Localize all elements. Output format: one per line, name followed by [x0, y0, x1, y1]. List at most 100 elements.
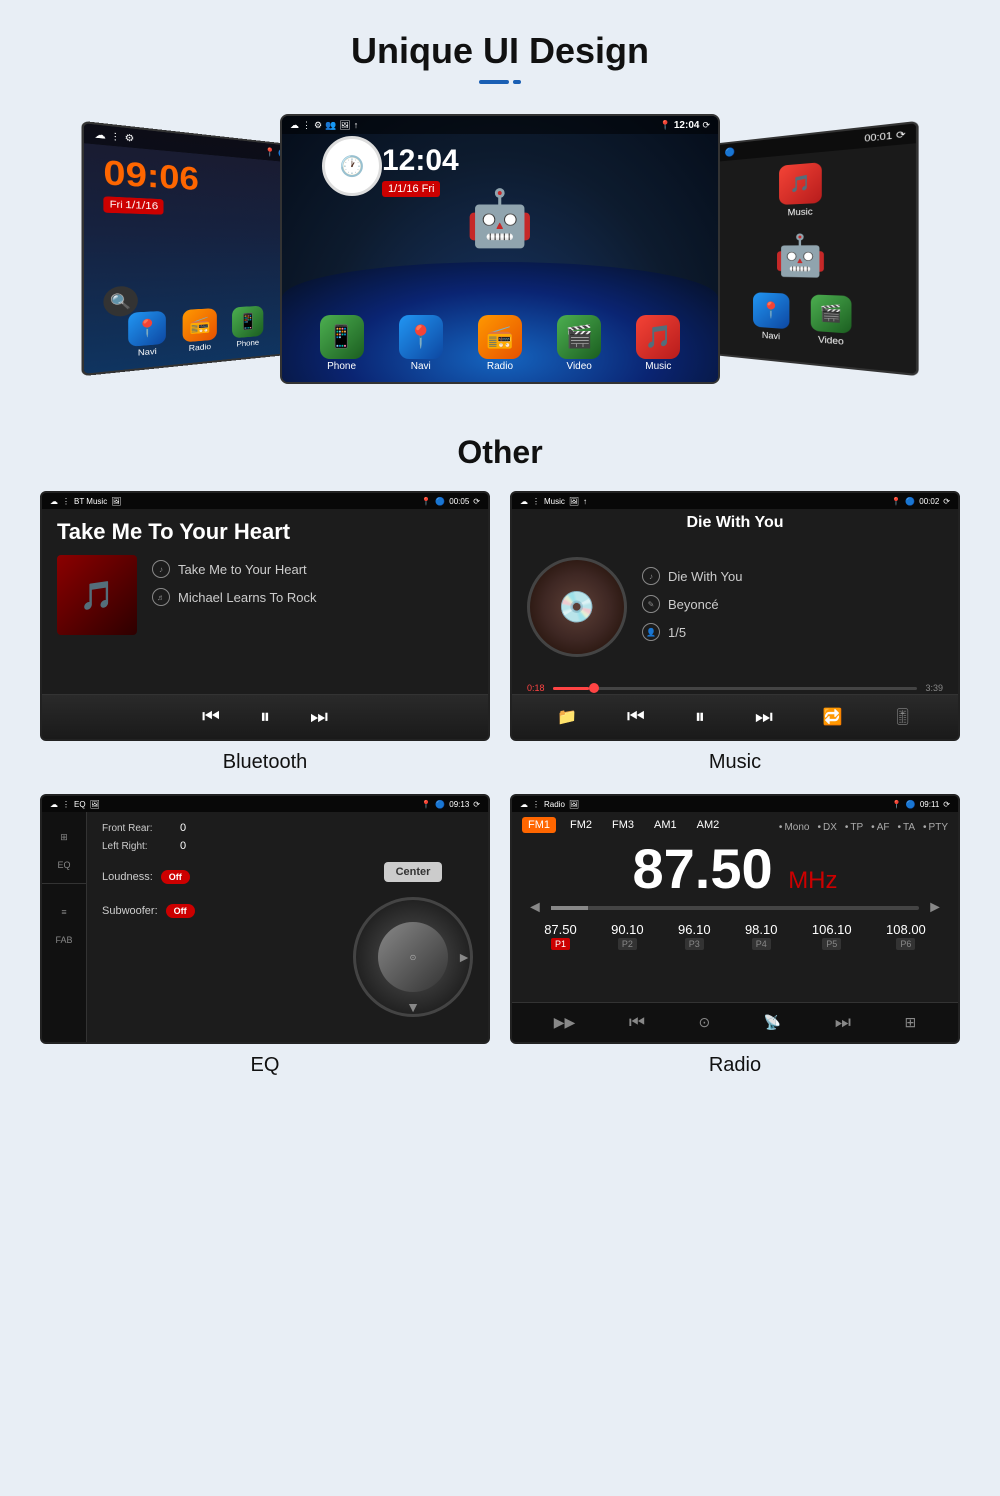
- bt-album-art: 🎵: [57, 555, 137, 635]
- music-folder-btn[interactable]: 📁: [557, 707, 577, 727]
- radio-icon[interactable]: 📻: [183, 308, 217, 342]
- bt-controls: ⏮ ⏸ ⏭: [42, 694, 488, 739]
- left-date: Fri1/1/16: [103, 196, 164, 214]
- preset-6[interactable]: 108.00 P6: [886, 922, 926, 950]
- eq-icon: ⊞: [47, 822, 82, 852]
- preset-1[interactable]: 87.50 P1: [544, 922, 577, 950]
- radio-seek-left[interactable]: ◄: [527, 899, 543, 917]
- eq-dial-area: Loudness: Off Subwoofer: Off Center: [102, 862, 473, 1017]
- music-eq-btn[interactable]: 🎚: [893, 707, 913, 727]
- eq-arrow-down[interactable]: ▼: [406, 999, 420, 1015]
- radio-menu-btn[interactable]: ⊞: [904, 1014, 916, 1031]
- radio-bands: FM1 FM2 FM3 AM1 AM2: [522, 817, 725, 833]
- opt-pty: PTY: [923, 822, 948, 833]
- bt-play-btn[interactable]: ⏸: [260, 706, 270, 729]
- radio-home-btn[interactable]: ⊙: [699, 1014, 711, 1031]
- preset-2[interactable]: 90.10 P2: [611, 922, 644, 950]
- radio-seek-right[interactable]: ►: [927, 899, 943, 917]
- eq-arrow-right[interactable]: ►: [457, 949, 471, 965]
- eq-left-controls: Loudness: Off Subwoofer: Off: [102, 862, 338, 918]
- center-navi-icon[interactable]: 📍: [399, 315, 443, 359]
- music-artist-detail: ✎ Beyoncé: [642, 595, 943, 613]
- bt-next-btn[interactable]: ⏭: [310, 706, 328, 729]
- bt-prev-btn[interactable]: ⏮: [202, 706, 220, 729]
- radio-prev-btn[interactable]: ⏮: [629, 1012, 645, 1033]
- band-fm3[interactable]: FM3: [606, 817, 640, 833]
- center-music-icon[interactable]: 🎵: [636, 315, 680, 359]
- preset-3-label: P3: [685, 938, 704, 950]
- title-underline: [0, 80, 1000, 84]
- band-fm1[interactable]: FM1: [522, 817, 556, 833]
- opt-mono: Mono: [779, 822, 810, 833]
- eq-dial-inner: ⊙: [378, 922, 448, 992]
- preset-2-label: P2: [618, 938, 637, 950]
- preset-3[interactable]: 96.10 P3: [678, 922, 711, 950]
- opt-tp: TP: [845, 822, 863, 833]
- music-track-icon: 👤: [642, 623, 660, 641]
- section2-title: Other: [0, 434, 1000, 471]
- bt-song-name: Take Me to Your Heart: [178, 562, 307, 577]
- right-android-robot: 🤖: [774, 231, 827, 279]
- center-status-bar: ☁⋮⚙👥🖼↑ 📍12:04⟳: [282, 116, 718, 134]
- bt-player-screen: ☁⋮ BT Music 🖼 📍🔵 00:05 ⟳ Take Me To Your…: [40, 491, 490, 741]
- right-video-icon[interactable]: 🎬: [811, 294, 852, 333]
- subwoofer-toggle[interactable]: Off: [166, 904, 195, 918]
- front-rear-val: 0: [180, 822, 186, 834]
- radio-unit: MHz: [788, 867, 837, 894]
- band-am1[interactable]: AM1: [648, 817, 683, 833]
- music-song-icon: ♪: [642, 567, 660, 585]
- opt-dx: DX: [817, 822, 836, 833]
- radio-antenna-btn[interactable]: 📡: [764, 1014, 781, 1031]
- preset-2-freq: 90.10: [611, 922, 644, 937]
- radio-slider[interactable]: [551, 906, 919, 910]
- bt-song-detail: ♪ Take Me to Your Heart: [152, 560, 317, 578]
- music-player-card: ☁⋮ Music 🖼↑ 📍🔵 00:02 ⟳ Die With You 💿: [510, 491, 960, 774]
- navi-icon[interactable]: 📍: [128, 311, 166, 347]
- left-app-icons: 📍 Navi 📻 Radio 📱 Phone: [84, 304, 295, 363]
- center-video-label: Video: [566, 361, 591, 372]
- eq-dial-wrapper: Center ▲ ◄ ⊙ ► ▼: [353, 862, 473, 1017]
- radio-next-btn[interactable]: ⏭: [835, 1012, 851, 1033]
- center-button[interactable]: Center: [384, 862, 443, 882]
- screen-center: ☁⋮⚙👥🖼↑ 📍12:04⟳ 🕐 12:04 1/1/16 Fri 🤖 📱 Ph…: [280, 114, 720, 384]
- left-right-label: Left Right:: [102, 841, 172, 852]
- music-album-art: 💿: [527, 557, 627, 657]
- bt-details: ♪ Take Me to Your Heart ♬ Michael Learns…: [152, 555, 317, 606]
- preset-5-freq: 106.10: [812, 922, 852, 937]
- center-phone-icon[interactable]: 📱: [320, 315, 364, 359]
- music-controls: 📁 ⏮ ⏸ ⏭ 🔁 🎚: [512, 694, 958, 739]
- center-video-icon[interactable]: 🎬: [557, 315, 601, 359]
- progress-track[interactable]: [553, 687, 918, 690]
- progress-start: 0:18: [527, 683, 545, 693]
- music-repeat-btn[interactable]: 🔁: [823, 707, 843, 727]
- music-song-name: Die With You: [668, 569, 742, 584]
- eq-screen: ☁⋮ EQ🖼 📍🔵 09:13 ⟳ ⊞ EQ ≡ F: [40, 794, 490, 1044]
- loudness-row: Loudness: Off: [102, 870, 338, 884]
- eq-radio-grid: ☁⋮ EQ🖼 📍🔵 09:13 ⟳ ⊞ EQ ≡ F: [0, 774, 1000, 1077]
- band-am2[interactable]: AM2: [691, 817, 726, 833]
- left-time: 09:06: [103, 153, 198, 198]
- preset-5[interactable]: 106.10 P5: [812, 922, 852, 950]
- center-radio-icon[interactable]: 📻: [478, 315, 522, 359]
- front-rear-row: Front Rear: 0: [102, 822, 473, 834]
- subwoofer-label: Subwoofer:: [102, 905, 158, 917]
- screens-container: ☁⋮⚙ 📍🔵 09:06 Fri1/1/16 🔍 📍 Navi 📻: [0, 104, 1000, 414]
- music-time: 00:02: [919, 497, 939, 506]
- music-play-btn[interactable]: ⏸: [695, 706, 705, 729]
- band-fm2[interactable]: FM2: [564, 817, 598, 833]
- music-prev-btn[interactable]: ⏮: [627, 706, 645, 729]
- subwoofer-row: Subwoofer: Off: [102, 904, 338, 918]
- music-mode-label: Music: [544, 497, 565, 506]
- phone-label: Phone: [237, 338, 260, 349]
- phone-icon[interactable]: 📱: [232, 306, 263, 339]
- radio-play-btn[interactable]: ▶▶: [554, 1014, 576, 1031]
- loudness-toggle[interactable]: Off: [161, 870, 190, 884]
- right-navi-icon[interactable]: 📍: [753, 292, 789, 329]
- eq-label: EQ: [40, 1054, 490, 1077]
- music-next-btn[interactable]: ⏭: [755, 706, 773, 729]
- right-music-icon[interactable]: 🎵: [779, 162, 822, 205]
- preset-4[interactable]: 98.10 P4: [745, 922, 778, 950]
- music-track-detail: 👤 1/5: [642, 623, 943, 641]
- center-time: 12:04: [382, 144, 459, 178]
- left-right-val: 0: [180, 840, 186, 852]
